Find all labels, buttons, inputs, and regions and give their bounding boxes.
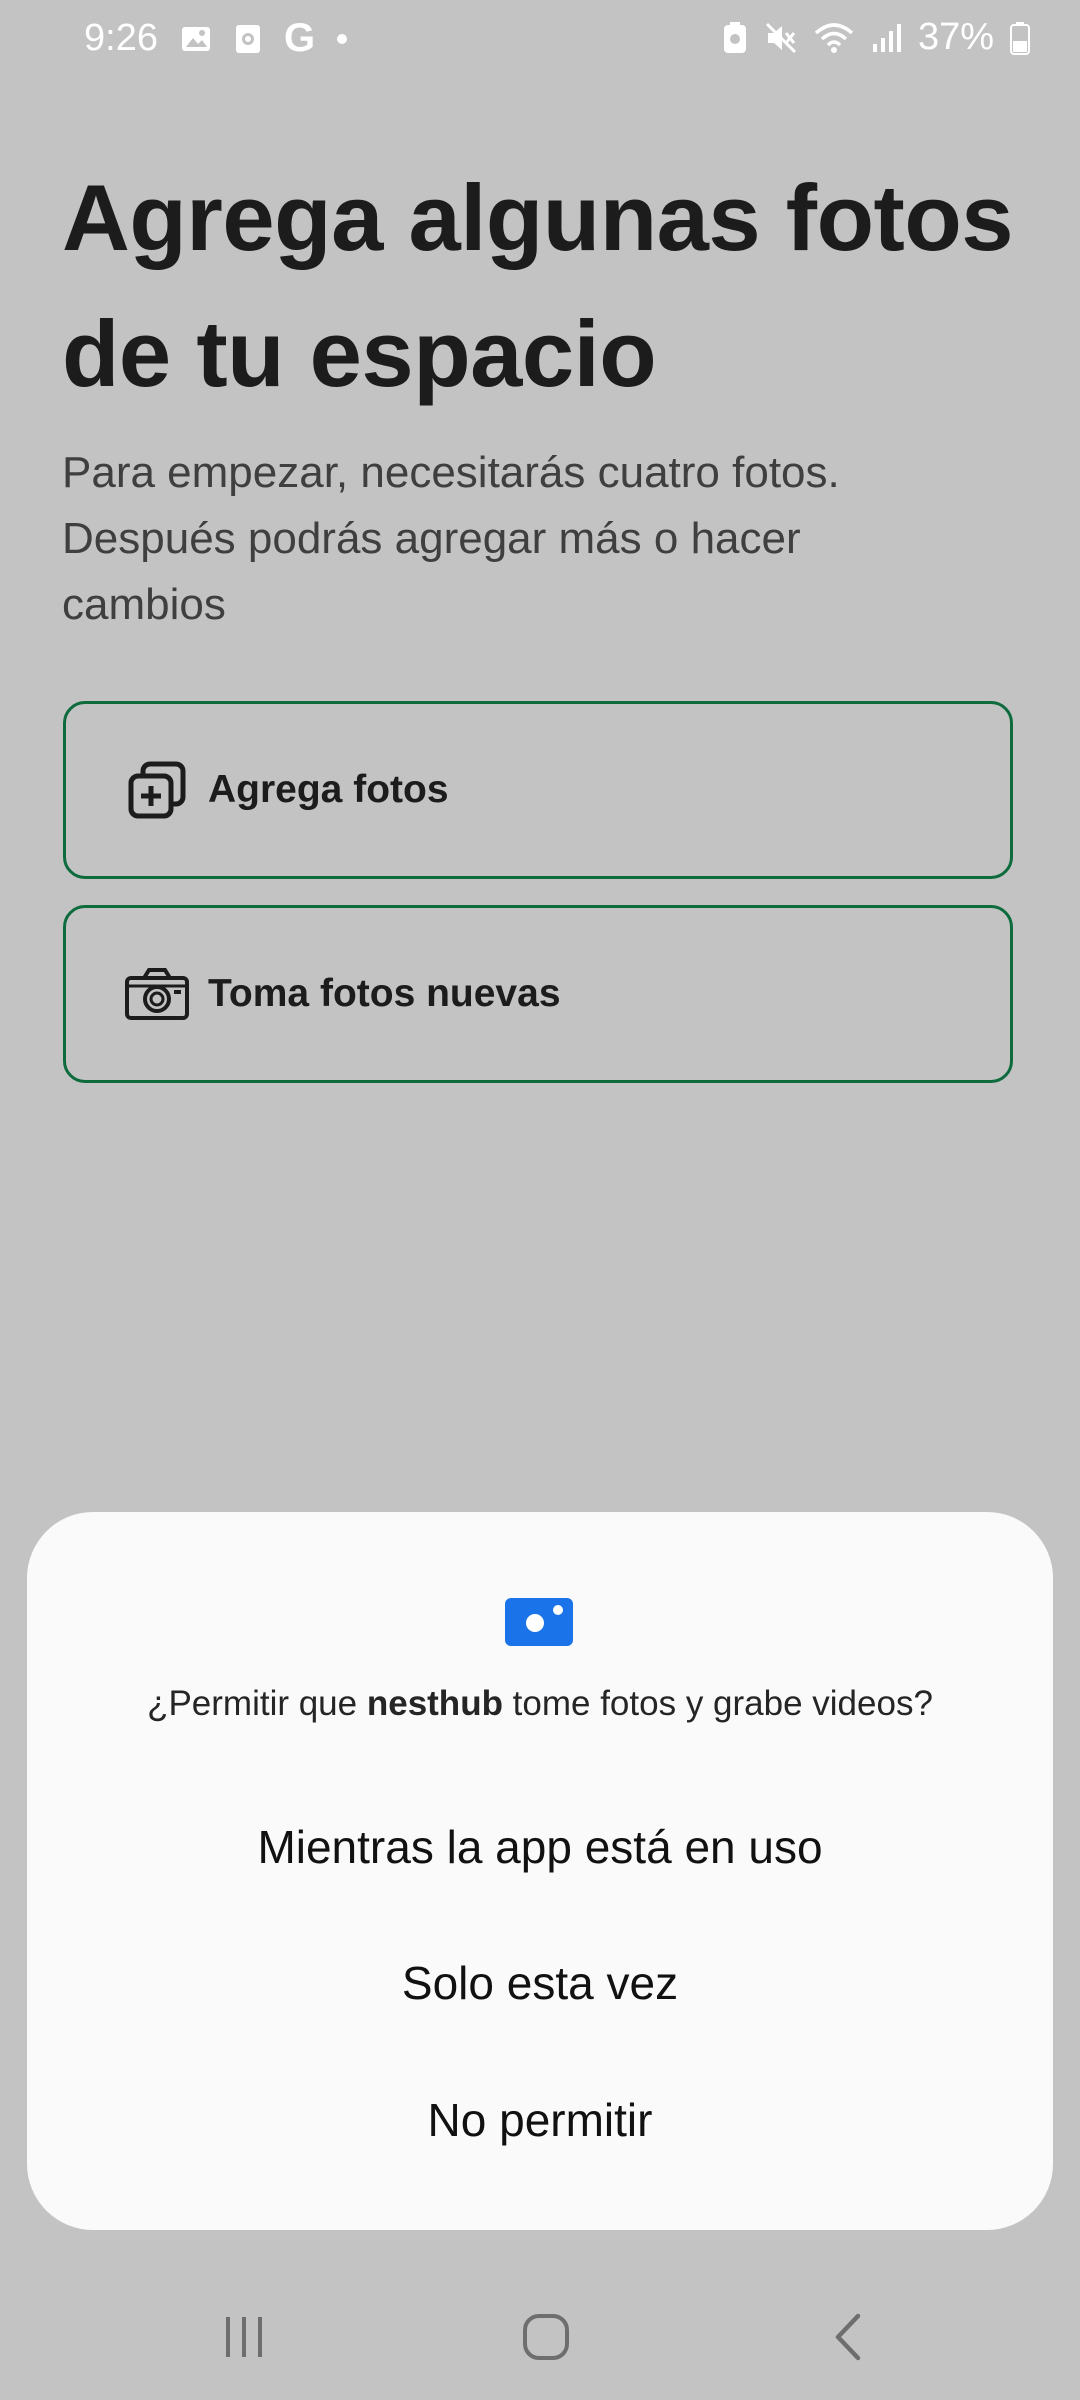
camera-permission-icon bbox=[505, 1596, 575, 1648]
gallery-icon bbox=[180, 23, 212, 55]
status-bar: 9:26 G 37% bbox=[0, 0, 1080, 80]
back-icon[interactable] bbox=[808, 2302, 888, 2372]
allow-while-in-use-button[interactable]: Mientras la app está en uso bbox=[27, 1820, 1053, 1874]
permission-question: ¿Permitir que nesthub tome fotos y grabe… bbox=[27, 1684, 1053, 1724]
signal-icon bbox=[870, 22, 902, 54]
permission-dialog: ¿Permitir que nesthub tome fotos y grabe… bbox=[27, 1512, 1053, 2230]
page-title: Agrega algunas fotos de tu espacio bbox=[62, 165, 1014, 406]
wifi-icon bbox=[814, 21, 854, 55]
camera-icon bbox=[124, 961, 190, 1027]
take-photos-button[interactable]: Toma fotos nuevas bbox=[63, 905, 1013, 1083]
app-name: nesthub bbox=[366, 1684, 503, 1723]
allow-once-button[interactable]: Solo esta vez bbox=[27, 1956, 1053, 2010]
status-time: 9:26 bbox=[84, 17, 158, 59]
add-photos-icon bbox=[124, 757, 190, 823]
navigation-bar bbox=[0, 2272, 1080, 2400]
google-icon: G bbox=[283, 16, 316, 60]
dot-icon bbox=[337, 33, 348, 44]
home-icon[interactable] bbox=[506, 2302, 586, 2372]
screen: 9:26 G 37% Agrega algunas fotos de tu es… bbox=[0, 0, 1080, 2400]
take-photos-label: Toma fotos nuevas bbox=[208, 972, 561, 1015]
add-photos-button[interactable]: Agrega fotos bbox=[63, 701, 1013, 879]
add-photos-label: Agrega fotos bbox=[208, 768, 449, 811]
question-prefix: ¿Permitir que bbox=[147, 1684, 367, 1723]
page-subtitle: Para empezar, necesitarás cuatro fotos. … bbox=[62, 448, 840, 629]
battery-icon bbox=[1010, 21, 1030, 55]
battery-percent: 37% bbox=[917, 16, 994, 58]
status-right: 37% bbox=[722, 16, 1030, 59]
question-suffix: tome fotos y grabe videos? bbox=[502, 1684, 933, 1723]
recents-icon[interactable] bbox=[204, 2302, 284, 2372]
status-left: 9:26 G bbox=[84, 16, 348, 61]
screen-recorder-icon bbox=[234, 23, 262, 55]
deny-button[interactable]: No permitir bbox=[27, 2093, 1053, 2147]
battery-saver-icon bbox=[722, 21, 748, 55]
mute-icon bbox=[764, 21, 798, 55]
